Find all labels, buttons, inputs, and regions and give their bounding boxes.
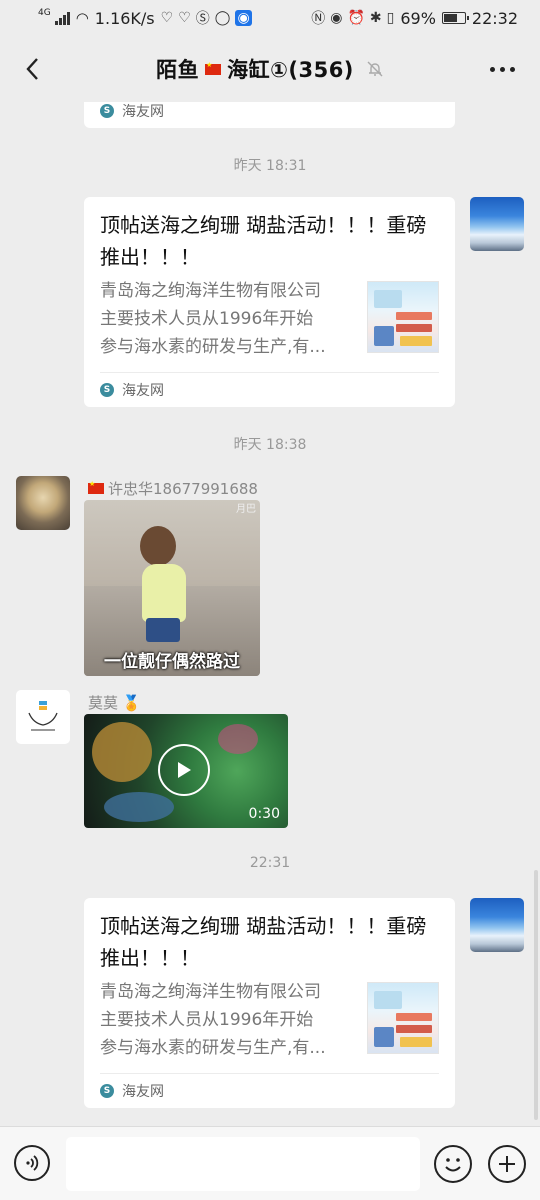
clock: 22:32 <box>471 8 518 28</box>
chevron-left-icon <box>26 58 38 80</box>
source-logo-icon: S <box>100 1084 114 1098</box>
source-name: 海友网 <box>122 1084 164 1100</box>
battery-icon <box>441 12 469 24</box>
timestamp: 昨天 18:31 <box>233 158 307 174</box>
image-message[interactable]: 月巴 一位靓仔偶然路过 <box>84 500 260 676</box>
scrollbar[interactable] <box>534 870 538 1120</box>
vibrate-icon: ▯ <box>386 10 395 26</box>
voice-icon <box>26 1155 39 1171</box>
image-caption: 一位靓仔偶然路过 <box>104 652 240 672</box>
source-logo-icon: S <box>100 104 114 118</box>
link-card-description: 青岛海之绚海洋生物有限公司 主要技术人员从1996年开始 参与海水素的研发与生产… <box>100 277 358 361</box>
title-part-2: 海缸①(356) <box>227 58 354 82</box>
play-button[interactable] <box>158 744 210 796</box>
source-name: 海友网 <box>122 104 164 120</box>
heart-rate-icon: ♡ <box>160 10 174 26</box>
signal-icon <box>54 11 70 25</box>
more-dot-icon <box>509 66 515 72</box>
source-logo-icon: S <box>100 383 114 397</box>
more-options-button[interactable] <box>482 54 522 84</box>
muted-bell-icon <box>367 61 383 77</box>
sender-name: 许忠华18677991688 <box>88 478 258 499</box>
link-card-description: 青岛海之绚海洋生物有限公司 主要技术人员从1996年开始 参与海水素的研发与生产… <box>100 978 358 1062</box>
back-button[interactable] <box>16 52 48 86</box>
link-card[interactable]: 顶帖送海之绚珊 瑚盐活动！！！重磅推出！！！ 青岛海之绚海洋生物有限公司 主要技… <box>84 898 455 1108</box>
sender-name: 莫莫 🏅 <box>88 692 141 713</box>
health-icon: ♡ <box>178 10 191 26</box>
source-name: 海友网 <box>122 383 164 399</box>
emoji-icon <box>445 1158 461 1172</box>
link-card-source: S 海友网 <box>100 372 439 407</box>
description-line: 青岛海之绚海洋生物有限公司 <box>100 982 321 1002</box>
more-actions-button[interactable] <box>488 1145 526 1183</box>
sender-label: 许忠华18677991688 <box>108 480 258 498</box>
link-card-thumbnail <box>367 982 439 1054</box>
link-card-title: 顶帖送海之绚珊 瑚盐活动！！！重磅推出！！！ <box>100 213 427 269</box>
eye-icon: ◉ <box>330 10 343 26</box>
page-title: 陌鱼 海缸①(356) <box>156 54 384 84</box>
avatar[interactable] <box>16 476 70 530</box>
play-icon <box>178 762 191 778</box>
sender-label: 莫莫 <box>88 694 119 712</box>
link-card-title: 顶帖送海之绚珊 瑚盐活动！！！重磅推出！！！ <box>100 914 427 970</box>
nfc-icon: Ⓝ <box>311 11 326 27</box>
timestamp: 22:31 <box>249 855 291 871</box>
notification-icons: ♡ ♡ Ⓢ ◯ ◉ <box>161 8 252 28</box>
circle-icon: ◯ <box>214 10 231 26</box>
description-line: 青岛海之绚海洋生物有限公司 <box>100 281 321 301</box>
china-flag-icon <box>205 61 222 75</box>
description-line: 参与海水素的研发与生产,有... <box>100 1038 326 1058</box>
more-dot-icon <box>499 66 505 72</box>
avatar[interactable] <box>470 898 524 952</box>
timestamp: 昨天 18:38 <box>233 437 307 453</box>
video-duration: 0:30 <box>248 806 280 822</box>
avatar[interactable] <box>470 197 524 251</box>
avatar[interactable] <box>16 690 70 744</box>
bulb-icon: ◉ <box>235 10 252 26</box>
description-line: 主要技术人员从1996年开始 <box>100 1010 314 1030</box>
network-type-label: 4G <box>38 8 51 18</box>
description-line: 主要技术人员从1996年开始 <box>100 309 314 329</box>
more-dot-icon <box>489 66 495 72</box>
message-input[interactable] <box>66 1137 420 1191</box>
medal-icon: 🏅 <box>122 693 141 712</box>
china-flag-icon <box>88 480 104 494</box>
link-card-source: S 海友网 <box>100 1073 439 1108</box>
voice-input-button[interactable] <box>14 1145 50 1181</box>
image-watermark: 月巴 <box>236 504 256 515</box>
bluetooth-icon: ✱ <box>369 10 382 26</box>
network-speed: 1.16K/s <box>94 8 155 28</box>
chat-header: 陌鱼 海缸①(356) <box>0 36 540 102</box>
group-logo-icon <box>28 701 58 731</box>
link-card[interactable]: 顶帖送海之绚珊 瑚盐活动！！！重磅推出！！！ 青岛海之绚海洋生物有限公司 主要技… <box>84 197 455 407</box>
message-list[interactable]: S 海友网 昨天 18:31 顶帖送海之绚珊 瑚盐活动！！！重磅推出！！！ 青岛… <box>0 102 540 1126</box>
emoji-button[interactable] <box>434 1145 472 1183</box>
wifi-icon: ◠ <box>75 9 89 27</box>
title-part-1: 陌鱼 <box>156 58 200 82</box>
link-card-source: S 海友网 <box>100 102 439 128</box>
alarm-icon: ⏰ <box>347 10 365 26</box>
description-line: 参与海水素的研发与生产,有... <box>100 337 326 357</box>
app-s-icon: Ⓢ <box>195 11 210 27</box>
battery-percent: 69% <box>400 8 436 28</box>
system-icons: Ⓝ ◉ ⏰ ✱ ▯ <box>311 8 394 28</box>
plus-icon <box>499 1156 515 1172</box>
video-message[interactable]: 0:30 <box>84 714 288 828</box>
link-card-thumbnail <box>367 281 439 353</box>
status-bar: 4G ◠ 1.16K/s ♡ ♡ Ⓢ ◯ ◉ Ⓝ ◉ ⏰ ✱ ▯ 69% 22:… <box>0 0 540 36</box>
link-card[interactable]: S 海友网 <box>84 102 455 128</box>
input-bar <box>0 1126 540 1200</box>
